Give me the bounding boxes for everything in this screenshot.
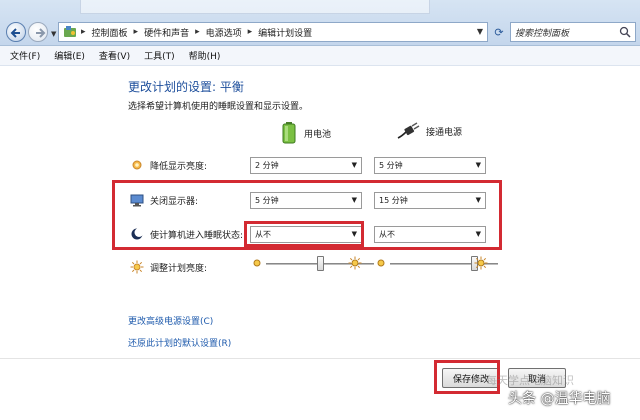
main-content: 更改计划的设置: 平衡 选择希望计算机使用的睡眠设置和显示设置。 用电池 接通电… xyxy=(0,66,640,420)
select-value: 5 分钟 xyxy=(379,161,403,170)
menu-bar: 文件(F) 编辑(E) 查看(V) 工具(T) 帮助(H) xyxy=(0,46,640,66)
watermark-credit: 头条 @温华电脑 xyxy=(508,391,611,407)
brightness-high-icon xyxy=(474,256,488,270)
sun-icon xyxy=(132,160,142,170)
breadcrumb-separator-icon: ▸ xyxy=(133,27,139,37)
chevron-down-icon: ▼ xyxy=(475,230,481,238)
chevron-down-icon: ▼ xyxy=(475,161,481,169)
dim-display-battery-select[interactable]: 2 分钟 ▼ xyxy=(250,157,362,174)
page-subtitle: 选择希望计算机使用的睡眠设置和显示设置。 xyxy=(128,102,309,112)
sleep-label: 使计算机进入睡眠状态: xyxy=(150,230,244,241)
chevron-down-icon: ▼ xyxy=(351,161,357,169)
turn-off-display-label: 关闭显示器: xyxy=(150,196,199,207)
advanced-power-settings-link[interactable]: 更改高级电源设置(C) xyxy=(128,314,213,327)
background-window-strip xyxy=(80,0,430,14)
refresh-icon[interactable]: ⟳ xyxy=(490,22,508,42)
select-value: 5 分钟 xyxy=(255,196,279,205)
turn-off-display-ac-select[interactable]: 15 分钟 ▼ xyxy=(374,192,486,209)
battery-icon xyxy=(282,122,296,144)
chevron-down-icon: ▼ xyxy=(351,230,357,238)
brightness-sun-icon xyxy=(130,260,144,274)
select-value: 15 分钟 xyxy=(379,196,408,205)
battery-column-label: 用电池 xyxy=(304,129,332,140)
search-icon[interactable] xyxy=(619,26,631,38)
search-placeholder: 搜索控制面板 xyxy=(515,28,570,39)
breadcrumb-edit-plan[interactable]: 编辑计划设置 xyxy=(258,26,312,39)
page-title: 更改计划的设置: 平衡 xyxy=(128,80,244,94)
menu-help[interactable]: 帮助(H) xyxy=(189,49,221,62)
back-arrow-icon xyxy=(10,28,20,38)
menu-edit[interactable]: 编辑(E) xyxy=(54,49,85,62)
footer-divider xyxy=(0,358,640,359)
dim-display-label: 降低显示亮度: xyxy=(150,161,208,172)
back-button[interactable] xyxy=(6,22,26,42)
dim-display-row: 降低显示亮度: xyxy=(130,157,207,173)
select-value: 从不 xyxy=(379,230,395,239)
address-bar: ▼ ▸ 控制面板 ▸ 硬件和声音 ▸ 电源选项 ▸ 编辑计划设置 ▼ ⟳ 搜索控… xyxy=(0,0,640,46)
moon-icon xyxy=(131,228,144,240)
chevron-down-icon: ▼ xyxy=(475,196,481,204)
chevron-down-icon: ▼ xyxy=(351,196,357,204)
ac-column-header: 接通电源 xyxy=(396,122,462,140)
select-value: 从不 xyxy=(255,230,271,239)
brightness-label: 调整计划亮度: xyxy=(150,263,208,274)
brightness-high-icon xyxy=(348,256,362,270)
menu-tools[interactable]: 工具(T) xyxy=(144,49,175,62)
dim-display-ac-select[interactable]: 5 分钟 ▼ xyxy=(374,157,486,174)
breadcrumb-separator-icon: ▸ xyxy=(195,27,200,37)
turn-off-display-battery-select[interactable]: 5 分钟 ▼ xyxy=(250,192,362,209)
slider-thumb[interactable] xyxy=(317,256,324,271)
address-dropdown-icon[interactable]: ▼ xyxy=(477,27,483,36)
restore-defaults-link[interactable]: 还原此计划的默认设置(R) xyxy=(128,336,231,349)
brightness-low-icon xyxy=(377,259,385,267)
recent-pages-chevron-icon[interactable]: ▼ xyxy=(51,30,56,38)
select-value: 2 分钟 xyxy=(255,161,279,170)
breadcrumb-separator-icon: ▸ xyxy=(247,27,253,37)
breadcrumb-control-panel[interactable]: 控制面板 xyxy=(92,26,128,39)
brightness-row: 调整计划亮度: xyxy=(130,259,207,275)
forward-button[interactable] xyxy=(28,22,48,42)
control-panel-icon xyxy=(64,26,76,37)
brightness-low-icon xyxy=(253,259,261,267)
sleep-row: 使计算机进入睡眠状态: xyxy=(130,226,243,242)
turn-off-display-row: 关闭显示器: xyxy=(130,192,198,208)
power-plug-icon xyxy=(397,122,420,139)
watermark-text: 每天学点电脑知识 xyxy=(486,374,574,387)
breadcrumb-power-options[interactable]: 电源选项 xyxy=(206,26,242,39)
search-input[interactable]: 搜索控制面板 xyxy=(510,22,636,42)
sleep-ac-select[interactable]: 从不 ▼ xyxy=(374,226,486,243)
monitor-icon xyxy=(130,194,144,207)
menu-view[interactable]: 查看(V) xyxy=(99,49,130,62)
menu-file[interactable]: 文件(F) xyxy=(10,49,40,62)
breadcrumb-hardware-sound[interactable]: 硬件和声音 xyxy=(144,26,189,39)
battery-column-header: 用电池 xyxy=(282,122,331,144)
breadcrumb[interactable]: ▸ 控制面板 ▸ 硬件和声音 ▸ 电源选项 ▸ 编辑计划设置 ▼ xyxy=(58,22,488,42)
sleep-battery-select[interactable]: 从不 ▼ xyxy=(250,226,362,243)
forward-arrow-icon xyxy=(36,28,46,38)
breadcrumb-separator-icon: ▸ xyxy=(81,27,86,37)
ac-column-label: 接通电源 xyxy=(426,127,463,138)
